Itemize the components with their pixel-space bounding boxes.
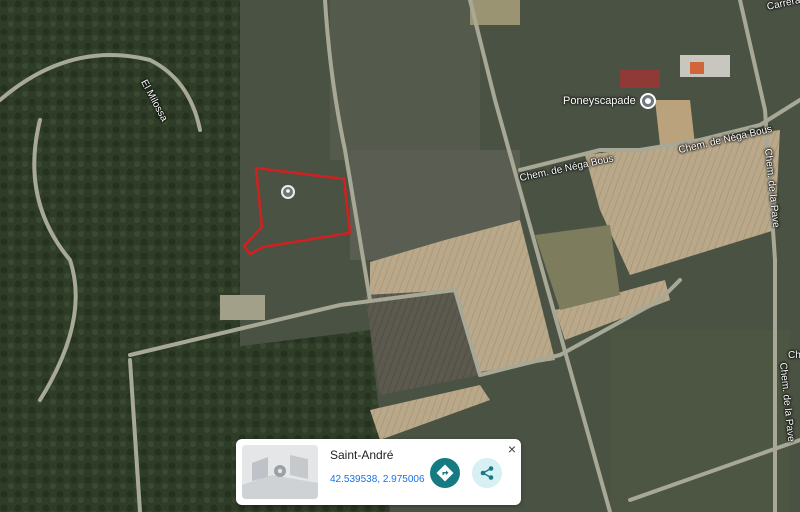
poi-name[interactable]: Poneyscapade — [563, 95, 636, 107]
place-info-card: Saint-André 42.539538, 2.975006 × — [236, 439, 521, 505]
location-pin-icon — [274, 465, 286, 477]
poi-pin-icon[interactable] — [640, 93, 656, 109]
paddock-east — [655, 100, 695, 145]
share-icon — [480, 466, 494, 480]
building-roof-1 — [680, 55, 730, 77]
map-pin-icon[interactable] — [281, 185, 295, 199]
directions-button[interactable] — [430, 458, 460, 488]
clearing-west — [220, 295, 265, 320]
building-roof-2 — [690, 62, 704, 74]
close-icon[interactable]: × — [504, 441, 520, 457]
share-button[interactable] — [472, 458, 502, 488]
satellite-map[interactable] — [0, 0, 800, 512]
orchard-southeast — [610, 330, 790, 512]
place-name: Saint-André — [330, 448, 394, 462]
street-view-thumbnail[interactable] — [242, 445, 318, 499]
building-roof-3 — [620, 70, 660, 88]
directions-icon — [436, 464, 454, 482]
field-north — [330, 0, 480, 160]
road-label-edge: Ch — [788, 350, 800, 361]
coordinates-link[interactable]: 42.539538, 2.975006 — [330, 474, 425, 485]
paddock-top — [470, 0, 520, 25]
